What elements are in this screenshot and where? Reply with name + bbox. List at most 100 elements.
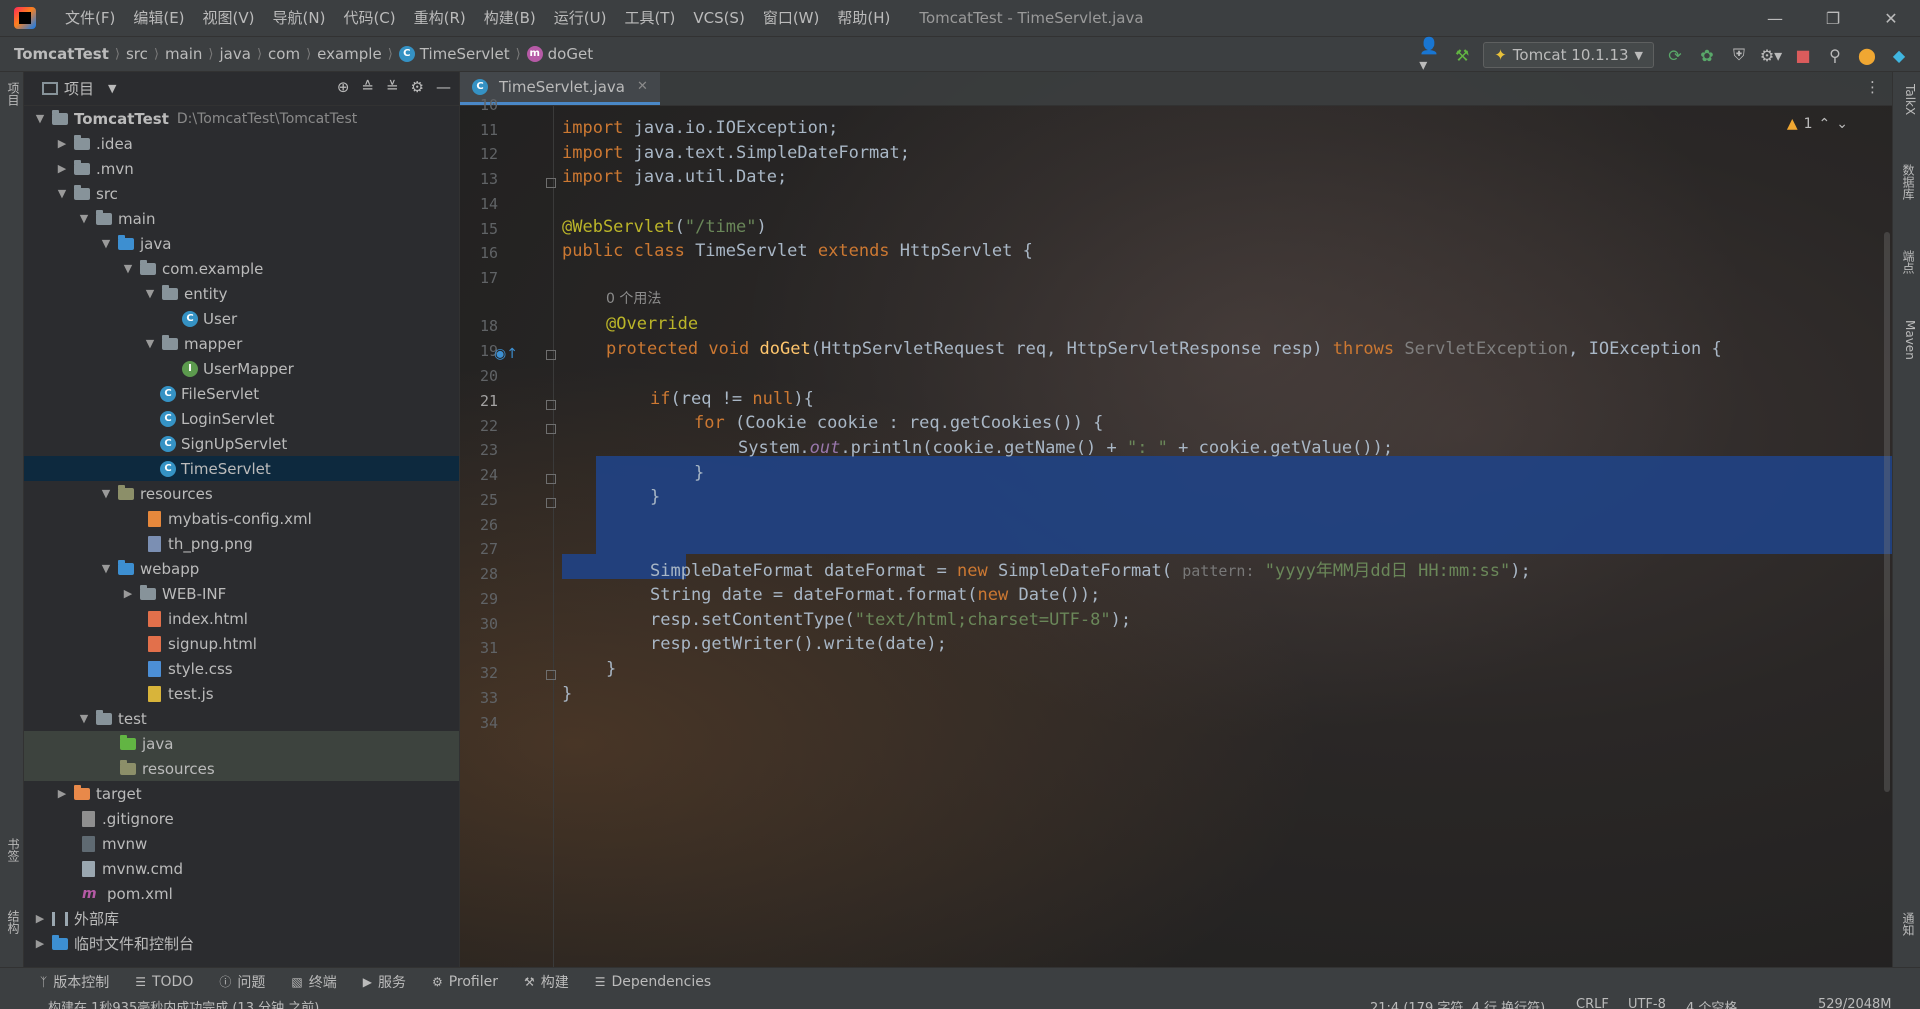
todo-tab[interactable]: ☰ TODO [135, 974, 193, 990]
project-panel-title[interactable]: 项目 [64, 78, 94, 99]
tree-item[interactable]: ▼ TomcatTest D:\TomcatTest\TomcatTest [24, 106, 459, 131]
tree-item[interactable]: ▶ .mvn [24, 156, 459, 181]
memory-indicator[interactable]: 529/2048M [1818, 997, 1892, 1009]
menu-view[interactable]: 视图(V) [194, 0, 264, 36]
structure-tool-tab[interactable]: 结构 [2, 910, 22, 934]
version-control-tab[interactable]: ᛉ 版本控制 [40, 972, 109, 992]
tree-item[interactable]: ▶ .idea [24, 131, 459, 156]
usage-hint[interactable]: 0 个用法 [606, 288, 661, 308]
fold-marker-icon[interactable] [546, 400, 556, 410]
search-icon[interactable]: ⚲ [1824, 44, 1846, 66]
breadcrumb-src[interactable]: src [126, 45, 148, 63]
file-encoding[interactable]: UTF-8 [1628, 997, 1666, 1009]
fold-marker-icon[interactable] [546, 670, 556, 680]
restore-icon[interactable]: ❐ [1804, 0, 1862, 36]
dependencies-tab[interactable]: ☰ Dependencies [595, 974, 711, 990]
tree-item[interactable]: mybatis-config.xml [24, 506, 459, 531]
breadcrumb-example[interactable]: example [317, 45, 382, 63]
coverage-icon[interactable]: ⛨ [1728, 44, 1750, 66]
menu-file[interactable]: 文件(F) [56, 0, 124, 36]
tree-item[interactable]: ▼ webapp [24, 556, 459, 581]
more-icon[interactable]: ⋮ [1865, 78, 1880, 96]
tree-item[interactable]: index.html [24, 606, 459, 631]
tree-item[interactable]: ▼ src [24, 181, 459, 206]
menu-vcs[interactable]: VCS(S) [684, 0, 753, 36]
fold-marker-icon[interactable] [546, 474, 556, 484]
notifications-tool-tab[interactable]: 通知 [1897, 912, 1917, 936]
tree-item[interactable]: ▼ mapper [24, 331, 459, 356]
menu-code[interactable]: 代码(C) [334, 0, 404, 36]
services-tab[interactable]: ▶ 服务 [363, 972, 406, 992]
maven-tool-tab[interactable]: Maven [1897, 320, 1917, 360]
editor-gutter[interactable]: 10 11 12 13 14 15 16 17 18 19 20 21 22 2… [460, 96, 556, 967]
project-tool-tab[interactable]: 项目 [2, 82, 22, 106]
menu-navigate[interactable]: 导航(N) [264, 0, 335, 36]
breadcrumb-project[interactable]: TomcatTest [14, 45, 109, 63]
database-tool-tab[interactable]: 数据库 [1897, 164, 1917, 200]
profiler-tab[interactable]: ⚙ Profiler [432, 974, 498, 990]
menu-tools[interactable]: 工具(T) [615, 0, 684, 36]
menu-run[interactable]: 运行(U) [545, 0, 616, 36]
tree-item[interactable]: java [24, 731, 459, 756]
override-marker-icon[interactable]: ◉↑ [494, 346, 518, 362]
tree-item[interactable]: C SignUpServlet [24, 431, 459, 456]
collapse-all-icon[interactable]: ≚ [386, 78, 399, 96]
tree-item[interactable]: mvnw.cmd [24, 856, 459, 881]
tree-item[interactable]: ▶ WEB-INF [24, 581, 459, 606]
tree-item[interactable]: test.js [24, 681, 459, 706]
talkx-tool-tab[interactable]: TalkX [1897, 84, 1917, 115]
menu-edit[interactable]: 编辑(E) [124, 0, 193, 36]
menu-help[interactable]: 帮助(H) [828, 0, 899, 36]
vertical-scrollbar[interactable] [1884, 232, 1890, 792]
tree-item[interactable]: th_png.png [24, 531, 459, 556]
menu-refactor[interactable]: 重构(R) [405, 0, 475, 36]
fold-marker-icon[interactable] [546, 350, 556, 360]
rerun-icon[interactable]: ⟳ [1664, 44, 1686, 66]
menu-build[interactable]: 构建(B) [475, 0, 545, 36]
tree-item[interactable]: ▼ java [24, 231, 459, 256]
build-tab[interactable]: ⚒ 构建 [524, 972, 569, 992]
endpoints-tool-tab[interactable]: 端点 [1897, 250, 1917, 274]
caret-position[interactable]: 21:4 (179 字符, 4 行 换行符) [1370, 997, 1545, 1009]
problems-tab[interactable]: ⓘ 问题 [219, 972, 265, 992]
update-icon[interactable]: ⬤ [1856, 44, 1878, 66]
tree-item[interactable]: mvnw [24, 831, 459, 856]
fold-marker-icon[interactable] [546, 424, 556, 434]
minimize-icon[interactable]: — [1746, 0, 1804, 36]
build-hammer-icon[interactable]: ⚒ [1451, 44, 1473, 66]
bookmarks-tool-tab[interactable]: 书签 [2, 838, 22, 862]
gear-icon[interactable]: ⚙ [411, 78, 424, 96]
tree-item[interactable]: C FileServlet [24, 381, 459, 406]
tree-item[interactable]: style.css [24, 656, 459, 681]
tree-item[interactable]: C User [24, 306, 459, 331]
tree-item[interactable]: ▶ target [24, 781, 459, 806]
tree-item[interactable]: I UserMapper [24, 356, 459, 381]
tree-item[interactable]: ▼ main [24, 206, 459, 231]
menu-window[interactable]: 窗口(W) [754, 0, 829, 36]
tree-item[interactable]: ▶ 临时文件和控制台 [24, 931, 459, 956]
debug-bug-icon[interactable]: ✿ [1696, 44, 1718, 66]
chevron-down-icon[interactable]: ⌄ [1836, 116, 1848, 132]
tree-item[interactable]: m pom.xml [24, 881, 459, 906]
indent-setting[interactable]: 4 个空格 [1686, 997, 1737, 1009]
breadcrumb-com[interactable]: com [268, 45, 300, 63]
tree-item[interactable]: resources [24, 756, 459, 781]
jetbrains-icon[interactable]: ◆ [1888, 44, 1910, 66]
breadcrumb-java[interactable]: java [220, 45, 251, 63]
fold-marker-icon[interactable] [546, 498, 556, 508]
stop-icon[interactable]: ■ [1792, 44, 1814, 66]
terminal-tab[interactable]: ▧ 终端 [291, 972, 336, 992]
close-icon[interactable]: ✕ [1862, 0, 1920, 36]
breadcrumb-method[interactable]: m doGet [526, 45, 593, 63]
tree-item[interactable]: ▼ test [24, 706, 459, 731]
code-editor[interactable]: C TimeServlet.java ✕ ⋮ ▲ 1 ⌃ ⌄ 10 11 12 … [460, 72, 1892, 967]
chevron-up-icon[interactable]: ⌃ [1819, 116, 1831, 132]
expand-all-icon[interactable]: ≙ [361, 78, 374, 96]
tree-item-selected[interactable]: C TimeServlet [24, 456, 459, 481]
tree-item[interactable]: ▶ 外部库 [24, 906, 459, 931]
tree-item[interactable]: signup.html [24, 631, 459, 656]
close-icon[interactable]: ✕ [637, 79, 648, 94]
status-message[interactable]: 构建在 1秒935毫秒内成功完成 (13 分钟 之前) [48, 997, 319, 1009]
fold-marker-icon[interactable] [546, 178, 556, 188]
profile-icon[interactable]: ⚙▾ [1760, 44, 1782, 66]
